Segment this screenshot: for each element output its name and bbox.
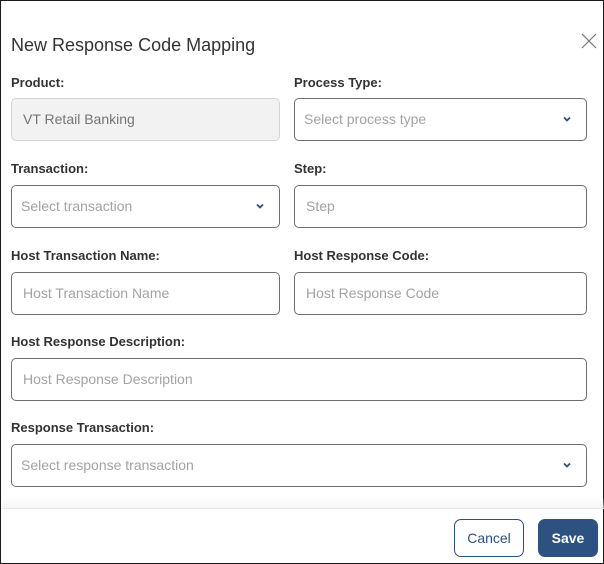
transaction-select[interactable]: Select transaction <box>11 185 280 228</box>
process-type-select[interactable]: Select process type <box>294 98 587 141</box>
new-response-code-mapping-dialog: New Response Code Mapping Product: VT Re… <box>0 0 604 564</box>
chevron-down-icon <box>563 116 571 122</box>
host-response-description-label: Host Response Description: <box>11 334 186 349</box>
cancel-button[interactable]: Cancel <box>454 519 524 557</box>
host-transaction-name-placeholder: Host Transaction Name <box>23 285 170 301</box>
step-label: Step: <box>294 161 327 176</box>
product-label: Product: <box>11 75 65 90</box>
host-transaction-name-label: Host Transaction Name: <box>11 248 160 263</box>
transaction-placeholder: Select transaction <box>21 198 133 214</box>
chevron-down-icon <box>563 462 571 468</box>
step-placeholder: Step <box>306 198 335 214</box>
chevron-down-icon <box>256 203 264 209</box>
response-transaction-select[interactable]: Select response transaction <box>11 444 587 487</box>
footer-divider <box>2 508 604 509</box>
dialog-title: New Response Code Mapping <box>11 35 256 55</box>
host-response-description-input[interactable]: Host Response Description <box>11 358 587 401</box>
host-response-description-placeholder: Host Response Description <box>23 371 193 387</box>
footer-shadow <box>2 497 604 508</box>
save-button[interactable]: Save <box>538 519 598 557</box>
response-transaction-placeholder: Select response transaction <box>21 457 194 473</box>
response-transaction-label: Response Transaction: <box>11 420 155 435</box>
step-input[interactable]: Step <box>294 185 587 228</box>
product-value: VT Retail Banking <box>23 111 135 127</box>
close-button[interactable] <box>579 31 599 51</box>
host-response-code-label: Host Response Code: <box>294 248 430 263</box>
transaction-label: Transaction: <box>11 161 89 176</box>
host-transaction-name-input[interactable]: Host Transaction Name <box>11 272 280 315</box>
close-icon <box>581 33 597 49</box>
process-type-label: Process Type: <box>294 75 382 90</box>
host-response-code-input[interactable]: Host Response Code <box>294 272 587 315</box>
host-response-code-placeholder: Host Response Code <box>306 285 440 301</box>
process-type-placeholder: Select process type <box>304 111 427 127</box>
product-field: VT Retail Banking <box>11 98 280 141</box>
